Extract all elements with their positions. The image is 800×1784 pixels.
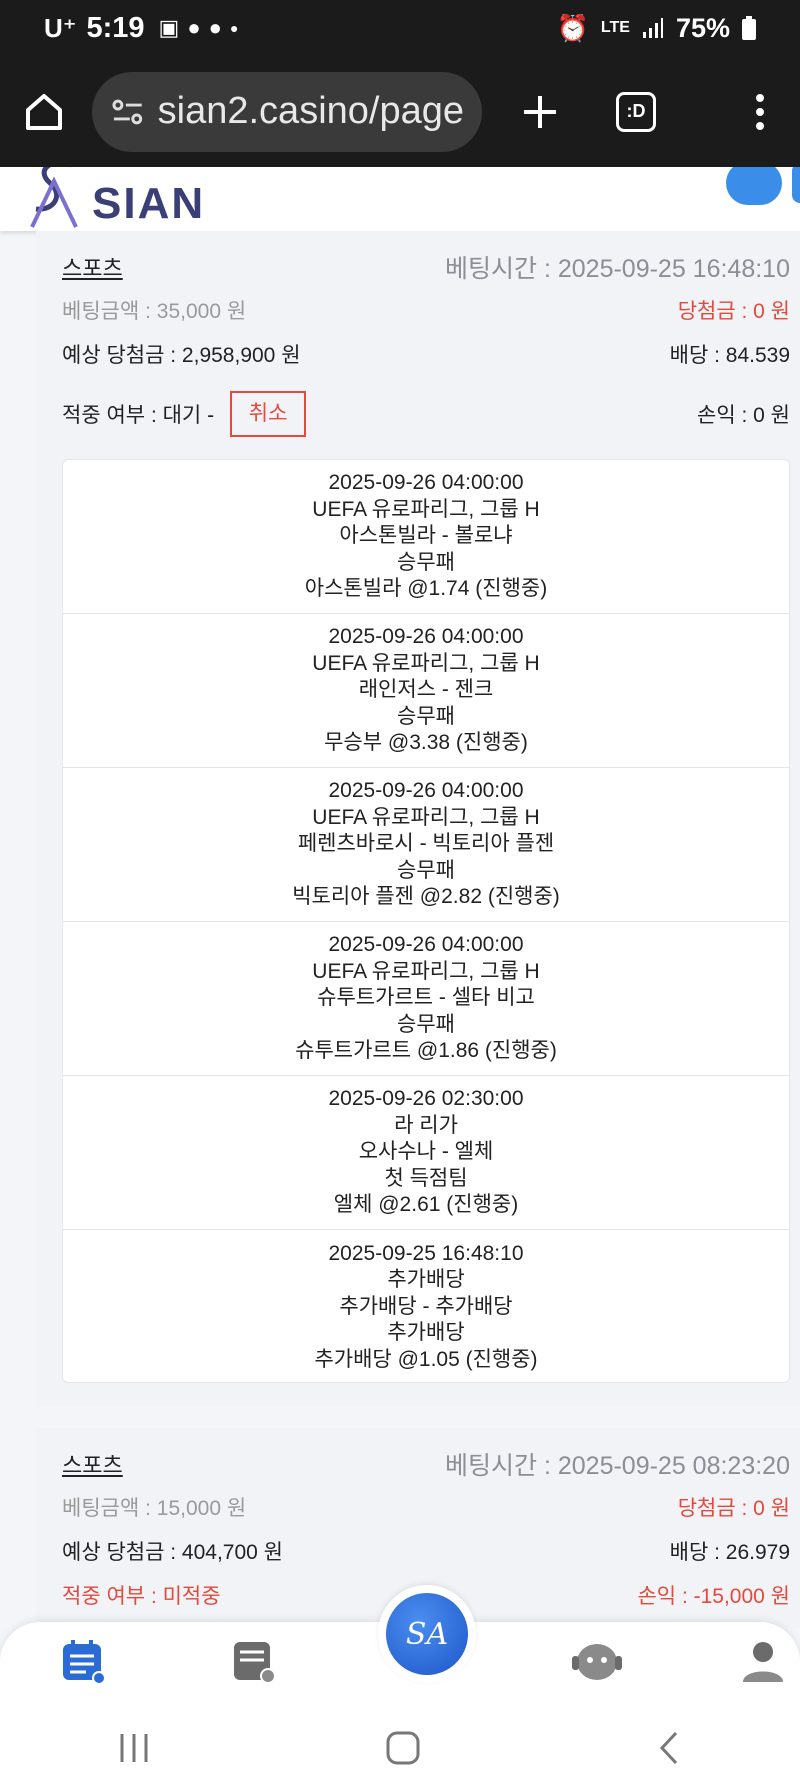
match-pick: 아스톤빌라 @1.74 (진행중) — [304, 577, 548, 601]
gallery-icon: ▣ — [158, 15, 180, 40]
match-league: UEFA 유로파리그, 그룹 H — [312, 497, 540, 521]
profit-loss: 손익 : 0 원 — [697, 404, 790, 427]
profit-loss: 손익 : -15,000 원 — [637, 1585, 790, 1608]
match-item: 2025-09-26 04:00:00 UEFA 유로파리그, 그룹 H 래인저… — [63, 614, 789, 768]
match-item: 2025-09-26 04:00:00 UEFA 유로파리그, 그룹 H 슈투트… — [63, 922, 789, 1076]
match-market: 추가배당 — [387, 1321, 465, 1345]
match-pick: 무승부 @3.38 (진행중) — [324, 731, 528, 755]
match-item: 2025-09-26 04:00:00 UEFA 유로파리그, 그룹 H 아스톤… — [63, 460, 789, 614]
match-league: UEFA 유로파리그, 그룹 H — [312, 805, 540, 829]
tab-switcher-button[interactable]: :D — [616, 91, 656, 132]
bet-type: 스포츠 — [62, 256, 123, 281]
signal-icon — [642, 18, 663, 38]
home-icon[interactable] — [22, 90, 66, 134]
match-teams: 오사수나 - 엘체 — [358, 1140, 494, 1164]
match-item: 2025-09-26 02:30:00 라 리가 오사수나 - 엘체 첫 득점팀… — [63, 1076, 789, 1230]
match-time: 2025-09-26 04:00:00 — [328, 471, 524, 495]
bet-type: 스포츠 — [62, 1453, 123, 1478]
dot-icon: ● — [229, 20, 239, 36]
match-market: 첫 득점팀 — [384, 1166, 468, 1190]
bet-history-icon[interactable] — [60, 1638, 106, 1684]
bet-amount: 베팅금액 : 35,000 원 — [62, 300, 247, 323]
tab-switcher-label: :D — [626, 101, 646, 121]
side-mascot-icon[interactable] — [792, 167, 800, 203]
home-nav-icon[interactable] — [385, 1730, 421, 1766]
chat-mascot-icon[interactable] — [726, 167, 782, 205]
more-menu-icon[interactable] — [756, 93, 764, 130]
profile-icon[interactable] — [740, 1638, 786, 1684]
match-time: 2025-09-25 16:48:10 — [328, 1241, 524, 1265]
new-tab-icon[interactable] — [520, 92, 560, 132]
match-pick: 슈투트가르트 @1.86 (진행중) — [295, 1039, 557, 1063]
carrier-label: U⁺ — [44, 12, 77, 43]
network-label: LTE — [600, 19, 630, 36]
center-logo-icon: SA — [386, 1593, 468, 1675]
total-odds: 배당 : 26.979 — [669, 1541, 790, 1564]
site-settings-icon[interactable] — [110, 96, 146, 128]
match-league: UEFA 유로파리그, 그룹 H — [312, 959, 540, 983]
won-icon: ● — [208, 15, 222, 40]
recent-apps-icon[interactable] — [116, 1732, 152, 1764]
system-nav-bar — [0, 1712, 800, 1784]
total-odds: 배당 : 84.539 — [669, 344, 790, 367]
site-logo[interactable]: SIAN — [24, 167, 205, 229]
match-market: 승무패 — [397, 704, 455, 728]
browser-toolbar: sian2.casino/page :D — [0, 56, 800, 167]
win-amount: 당첨금 : 0 원 — [677, 300, 790, 323]
back-icon[interactable] — [654, 1730, 684, 1766]
battery-icon — [742, 16, 756, 40]
home-logo-button[interactable]: SA — [378, 1585, 476, 1683]
status-bar: U⁺ 5:19 ▣ ● ● ● ⏰ LTE 75% — [0, 0, 800, 56]
match-item: 2025-09-26 04:00:00 UEFA 유로파리그, 그룹 H 페렌츠… — [63, 768, 789, 922]
match-pick: 빅토리아 플젠 @2.82 (진행중) — [292, 885, 560, 909]
match-teams: 아스톤빌라 - 볼로냐 — [339, 524, 513, 548]
hit-status: 적중 여부 : 미적중 — [62, 1585, 221, 1608]
match-market: 승무패 — [397, 550, 455, 574]
match-list: 2025-09-26 04:00:00 UEFA 유로파리그, 그룹 H 아스톤… — [62, 459, 790, 1383]
site-header: SIAN — [0, 167, 800, 231]
expected-payout: 예상 당첨금 : 2,958,900 원 — [62, 344, 301, 367]
match-market: 승무패 — [397, 858, 455, 882]
match-time: 2025-09-26 04:00:00 — [328, 933, 524, 957]
win-amount: 당첨금 : 0 원 — [677, 1497, 790, 1520]
match-league: UEFA 유로파리그, 그룹 H — [312, 651, 540, 675]
support-mascot-icon[interactable] — [570, 1638, 624, 1684]
bet-amount: 베팅금액 : 15,000 원 — [62, 1497, 247, 1520]
expected-payout: 예상 당첨금 : 404,700 원 — [62, 1541, 284, 1564]
bet-time: 베팅시간 : 2025-09-25 08:23:20 — [445, 1452, 790, 1480]
alarm-icon: ⏰ — [556, 12, 589, 43]
url-text: sian2.casino/page — [157, 90, 464, 132]
notes-icon[interactable] — [230, 1638, 276, 1684]
battery-percent: 75% — [675, 12, 730, 43]
bet-time: 베팅시간 : 2025-09-25 16:48:10 — [445, 255, 790, 283]
address-bar[interactable]: sian2.casino/page — [92, 71, 482, 152]
match-market: 승무패 — [397, 1012, 455, 1036]
match-pick: 추가배당 @1.05 (진행중) — [314, 1347, 538, 1371]
match-teams: 슈투트가르트 - 셀타 비고 — [317, 986, 535, 1010]
bet-card: 스포츠 베팅시간 : 2025-09-25 16:48:10 베팅금액 : 35… — [36, 231, 800, 1407]
match-pick: 엘체 @2.61 (진행중) — [333, 1193, 519, 1217]
logo-mark-icon — [30, 167, 78, 228]
match-time: 2025-09-26 04:00:00 — [328, 625, 524, 649]
match-time: 2025-09-26 04:00:00 — [328, 779, 524, 803]
hit-status: 적중 여부 : 대기 - — [62, 404, 215, 427]
match-league: 추가배당 — [387, 1268, 465, 1292]
match-teams: 페렌츠바로시 - 빅토리아 플젠 — [297, 832, 555, 856]
match-teams: 래인저스 - 젠크 — [358, 678, 494, 702]
match-teams: 추가배당 - 추가배당 — [339, 1294, 513, 1318]
match-item: 2025-09-25 16:48:10 추가배당 추가배당 - 추가배당 추가배… — [63, 1230, 789, 1384]
clock: 5:19 — [86, 11, 145, 44]
talk-icon: ● — [187, 15, 201, 40]
match-league: 라 리가 — [394, 1113, 458, 1137]
cancel-button[interactable]: 취소 — [230, 391, 307, 437]
brand-name: SIAN — [92, 179, 206, 228]
match-time: 2025-09-26 02:30:00 — [328, 1087, 524, 1111]
